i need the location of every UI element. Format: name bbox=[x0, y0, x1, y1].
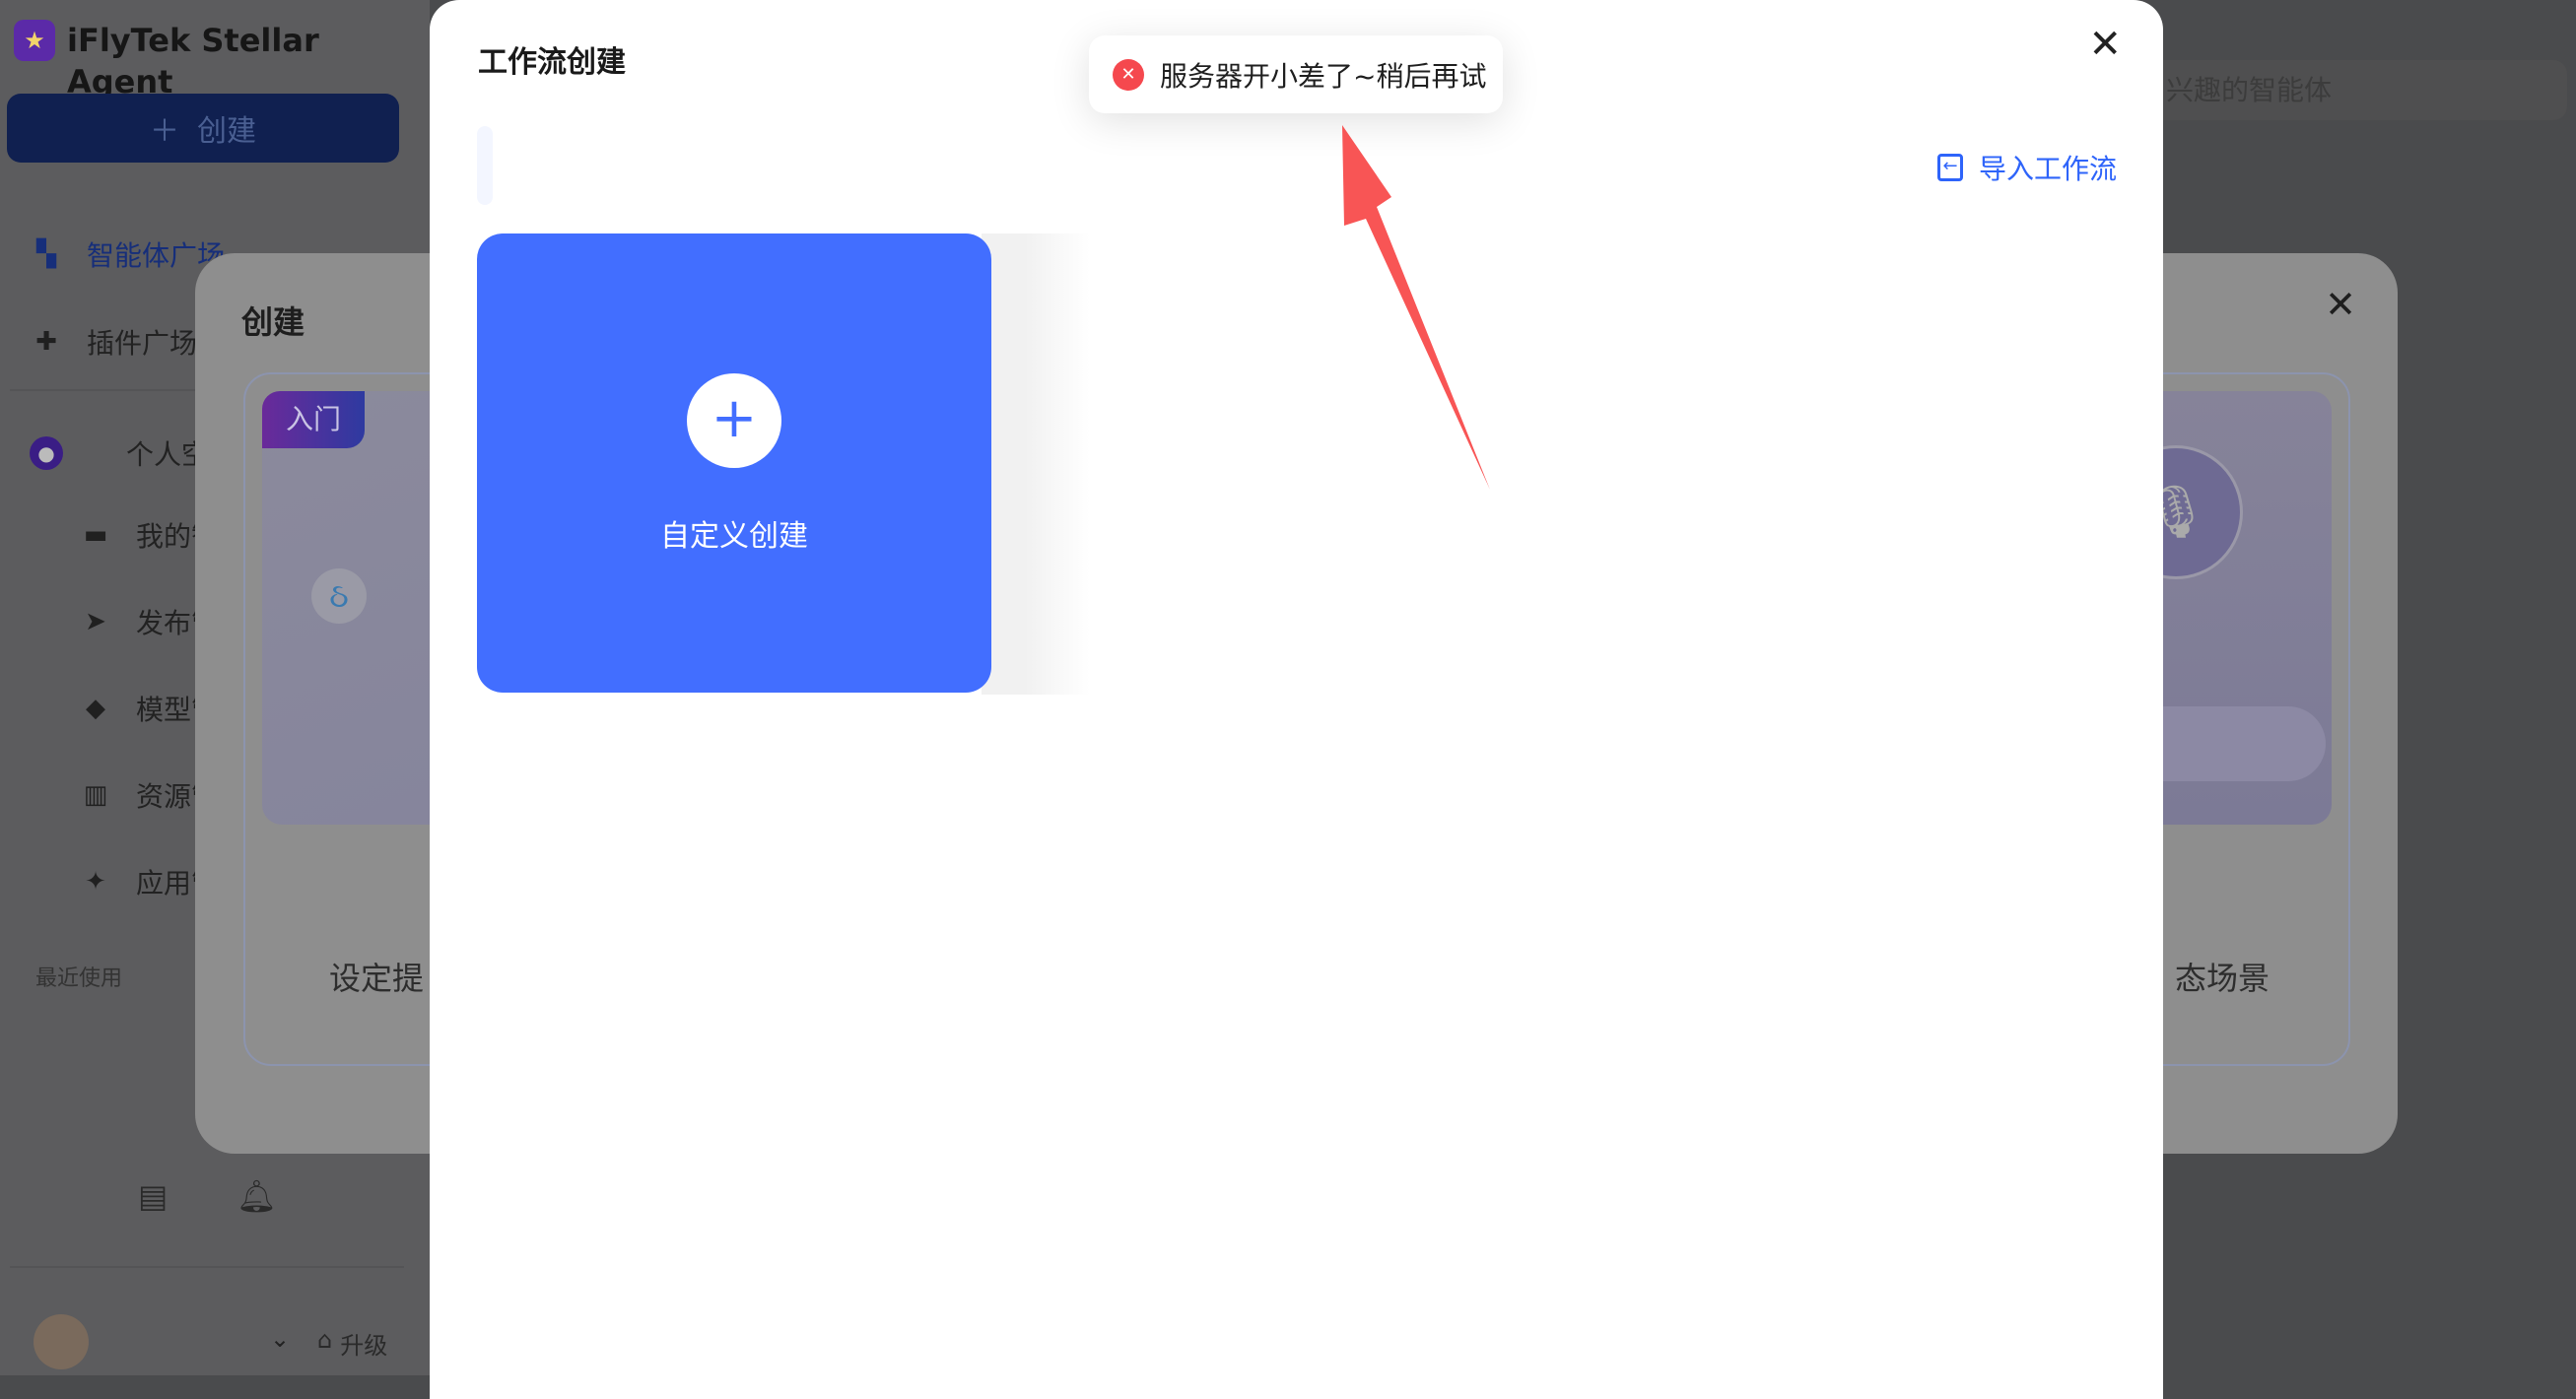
annotation-arrow bbox=[1342, 125, 1490, 490]
arrow-icon bbox=[1342, 125, 1490, 490]
